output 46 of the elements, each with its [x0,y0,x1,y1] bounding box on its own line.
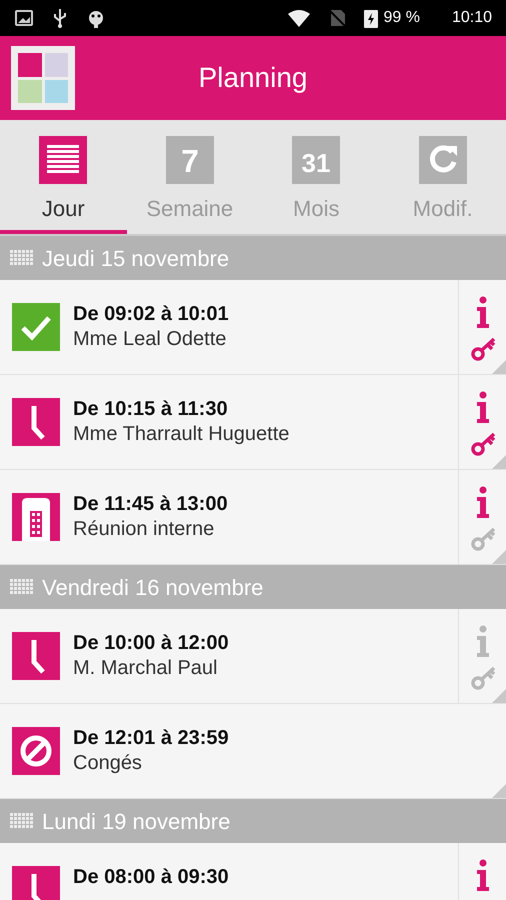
appointment-time: De 11:45 à 13:00 [73,492,229,517]
building-icon[interactable] [12,493,60,541]
wifi-icon [287,8,312,28]
appointment-name: M. Marchal Paul [73,656,218,681]
no-entry-icon[interactable] [12,727,60,775]
day-heading: Jeudi 15 novembre [42,244,230,272]
tab[interactable]: Modif. [380,120,506,234]
tab[interactable]: 31 Mois [253,120,380,234]
appointment-time: De 08:00 à 09:30 [73,865,230,890]
corner-marker [492,550,506,564]
appointment-name: Mme Leal Odette [73,327,228,352]
image-icon [14,8,34,28]
refresh-icon [418,136,467,184]
clock-time: 10:10 [452,8,492,28]
appointment-time: De 10:15 à 11:30 [73,397,229,422]
corner-marker [492,455,506,469]
corner-marker [492,360,506,374]
page-title: Planning [198,61,308,95]
corner-marker [492,784,506,798]
list-icon [39,136,88,184]
battery-level: 99 % [383,8,420,28]
appointment-name: Mme Tharrault Huguette [73,422,290,447]
robot-icon [86,8,106,28]
key-icon[interactable] [470,336,496,362]
calendar-icon [10,250,34,266]
key-icon[interactable] [470,431,496,457]
appointment-name: Réunion interne [73,517,216,542]
calendar-icon: 7 [166,136,214,184]
calendar-icon: 31 [292,136,340,184]
tab[interactable]: Jour [0,120,126,234]
tab[interactable]: 7 Semaine [126,120,253,234]
app-logo[interactable] [11,46,75,110]
calendar-icon [10,813,34,829]
clock-icon[interactable] [12,632,60,680]
calendar-icon [10,579,34,595]
clock-icon[interactable] [12,866,60,900]
day-heading: Vendredi 16 novembre [42,574,264,602]
day-heading: Lundi 19 novembre [42,808,230,836]
battery-icon [363,8,380,28]
appointment-time: De 10:00 à 12:00 [73,631,230,656]
appointment-name: Congés [73,751,143,776]
appointment-time: De 12:01 à 23:59 [73,726,230,751]
appointment-time: De 09:02 à 10:01 [73,302,230,327]
clock-icon[interactable] [12,398,60,446]
checkmark-icon[interactable] [12,303,60,351]
corner-marker [492,689,506,703]
